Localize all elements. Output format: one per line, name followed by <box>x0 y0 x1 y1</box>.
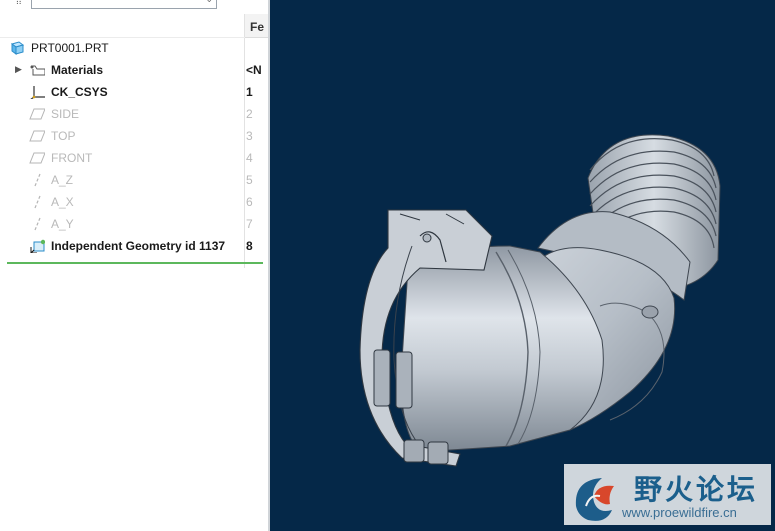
independent-geometry-icon <box>30 239 45 253</box>
tree-item-a-y[interactable]: A_Y 7 <box>0 213 268 235</box>
tree-item-label: Independent Geometry id 1137 <box>51 239 226 253</box>
feature-column-label: Fe <box>250 20 265 34</box>
watermark-url: www.proewildfire.cn <box>622 505 737 520</box>
graphics-viewport[interactable] <box>270 0 775 531</box>
tree-item-label: TOP <box>51 129 76 143</box>
feature-number: 3 <box>246 129 253 143</box>
feature-number: 7 <box>246 217 253 231</box>
datum-axis-icon <box>34 217 41 231</box>
tree-item-materials[interactable]: ▶ Materials <N <box>0 59 268 81</box>
feature-number: 1 <box>246 85 253 99</box>
flame-logo-icon <box>575 478 614 521</box>
expand-arrow-icon[interactable]: ▶ <box>15 64 22 75</box>
watermark-title: 野火论坛 <box>634 473 759 506</box>
search-dropdown-icon[interactable]: ⌄ <box>205 0 213 5</box>
datum-plane-icon <box>29 130 45 142</box>
datum-axis-icon <box>34 195 41 209</box>
tree-item-label: SIDE <box>51 107 80 121</box>
tree-item-label: A_Y <box>51 217 74 231</box>
tree-item-side[interactable]: SIDE 2 <box>0 103 268 125</box>
tree-item-ck-csys[interactable]: CK_CSYS 1 <box>0 81 268 103</box>
feature-number: 8 <box>246 239 253 253</box>
datum-plane-icon <box>29 152 45 164</box>
feature-number: <N <box>246 63 262 77</box>
model-tree-panel: ⁞⁞ ⌄ Fe PRT0001.PRT ▶ Materials <N <box>0 0 268 531</box>
tree-item-a-z[interactable]: A_Z 5 <box>0 169 268 191</box>
tree-item-front[interactable]: FRONT 4 <box>0 147 268 169</box>
tree-item-top[interactable]: TOP 3 <box>0 125 268 147</box>
tree-item-label: A_Z <box>51 173 74 187</box>
feature-number: 5 <box>246 173 253 187</box>
tree-item-label: CK_CSYS <box>51 85 108 99</box>
tree-item-label: PRT0001.PRT <box>31 41 109 55</box>
tree-item-label: FRONT <box>51 151 93 165</box>
feature-number: 4 <box>246 151 253 165</box>
tree-item-label: A_X <box>51 195 74 209</box>
csys-icon <box>30 86 45 99</box>
datum-plane-icon <box>29 108 45 120</box>
materials-icon <box>30 65 45 76</box>
tree-item-a-x[interactable]: A_X 6 <box>0 191 268 213</box>
tree-search-row: ⁞⁞ ⌄ <box>0 0 268 14</box>
part-cube-icon <box>10 41 25 55</box>
tree-item-independent-geometry[interactable]: Independent Geometry id 1137 8 <box>0 235 268 257</box>
datum-axis-icon <box>34 173 41 187</box>
tree-filter-icon[interactable]: ⁞⁞ <box>16 0 22 7</box>
insert-here-indicator[interactable] <box>7 262 263 264</box>
tree-item-root-part[interactable]: PRT0001.PRT <box>0 37 268 59</box>
feature-number: 6 <box>246 195 253 209</box>
elbow-connector-model <box>359 134 721 467</box>
feature-number: 2 <box>246 107 253 121</box>
forum-watermark: 野火论坛 www.proewildfire.cn <box>564 464 771 525</box>
feature-column-header[interactable]: Fe <box>245 14 268 38</box>
tree-search-input[interactable]: ⌄ <box>31 0 217 9</box>
tree-item-label: Materials <box>51 63 104 77</box>
